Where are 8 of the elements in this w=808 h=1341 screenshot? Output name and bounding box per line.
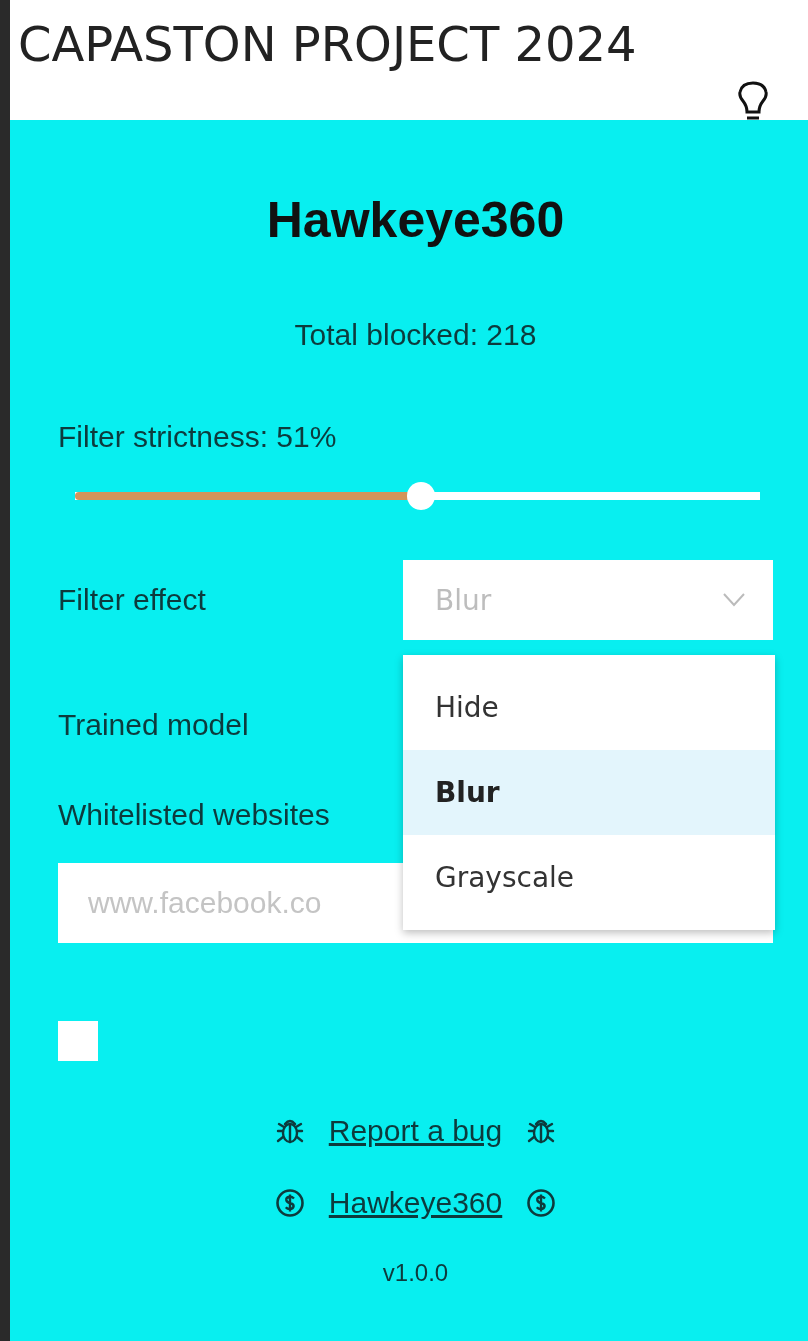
whitelist-label: Whitelisted websites	[58, 797, 330, 833]
total-blocked-text: Total blocked: 218	[294, 317, 537, 353]
filter-effect-label: Filter effect	[58, 582, 206, 618]
trained-model-label: Trained model	[58, 707, 249, 743]
strictness-label: Filter strictness: 51%	[58, 419, 337, 455]
page-title: CAPASTON PROJECT 2024	[17, 15, 637, 74]
version-text: v1.0.0	[382, 1258, 449, 1288]
app-title: Hawkeye360	[266, 191, 565, 250]
